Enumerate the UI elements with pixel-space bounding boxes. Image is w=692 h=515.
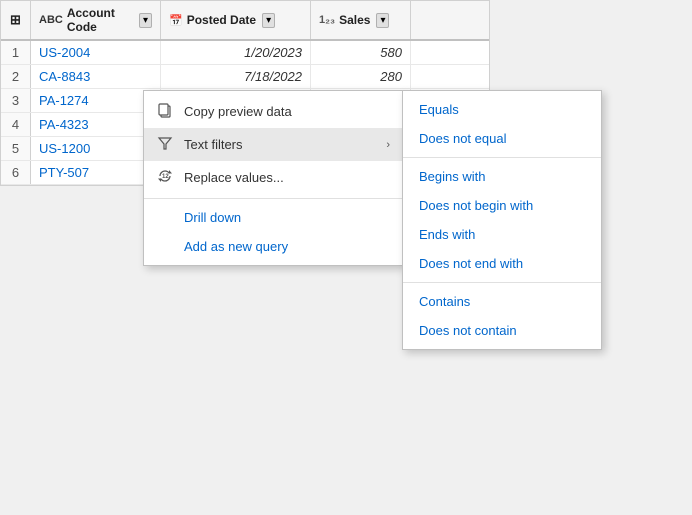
cell-row-6-account: PTY-507 (31, 161, 161, 184)
copy-icon (156, 102, 174, 121)
copy-label: Copy preview data (184, 104, 390, 119)
account-filter-button[interactable]: ▾ (139, 13, 152, 28)
not-contain-label: Does not contain (419, 323, 517, 338)
submenu-item-begins[interactable]: Begins with (403, 162, 601, 191)
cell-row-1-date: 1/20/2023 (161, 41, 311, 64)
table-row: 1 US-2004 1/20/2023 580 (1, 41, 489, 65)
context-menu: Copy preview data Text filters › 12 Repl… (143, 90, 403, 266)
equals-label: Equals (419, 102, 459, 117)
submenu-item-not-begin[interactable]: Does not begin with (403, 191, 601, 220)
abc-icon: ABC (39, 14, 63, 26)
new-query-label: Add as new query (184, 239, 390, 254)
cell-row-4-num: 4 (1, 113, 31, 136)
cell-row-3-account: PA-1274 (31, 89, 161, 112)
not-begin-label: Does not begin with (419, 198, 533, 213)
submenu-separator-1 (403, 157, 601, 158)
menu-item-new-query[interactable]: Add as new query (144, 232, 402, 261)
cell-row-4-account: PA-4323 (31, 113, 161, 136)
calendar-icon: 📅 (169, 14, 183, 27)
replace-icon: 12 (156, 168, 174, 187)
th-date-label: Posted Date (187, 13, 256, 27)
replace-label: Replace values... (184, 170, 390, 185)
menu-item-copy[interactable]: Copy preview data (144, 95, 402, 128)
cell-row-6-num: 6 (1, 161, 31, 184)
svg-text:12: 12 (162, 174, 169, 180)
submenu-item-ends[interactable]: Ends with (403, 220, 601, 249)
cell-row-2-sales: 280 (311, 65, 411, 88)
table-row: 2 CA-8843 7/18/2022 280 (1, 65, 489, 89)
text-filters-submenu: Equals Does not equal Begins with Does n… (402, 90, 602, 350)
ends-label: Ends with (419, 227, 475, 242)
sales-filter-button[interactable]: ▾ (376, 13, 389, 28)
date-filter-button[interactable]: ▾ (262, 13, 275, 28)
begins-label: Begins with (419, 169, 485, 184)
th-sales[interactable]: 1₂₃ Sales ▾ (311, 1, 411, 39)
th-sales-label: Sales (339, 13, 370, 27)
not-end-label: Does not end with (419, 256, 523, 271)
cell-row-2-account: CA-8843 (31, 65, 161, 88)
th-date[interactable]: 📅 Posted Date ▾ (161, 1, 311, 39)
menu-item-replace[interactable]: 12 Replace values... (144, 161, 402, 194)
cell-row-3-num: 3 (1, 89, 31, 112)
not-equal-label: Does not equal (419, 131, 506, 146)
menu-item-drill[interactable]: Drill down (144, 203, 402, 232)
text-filters-label: Text filters (184, 137, 376, 152)
drill-label: Drill down (184, 210, 390, 225)
th-rownumber: ⊞ (1, 1, 31, 39)
submenu-item-not-contain[interactable]: Does not contain (403, 316, 601, 345)
cell-row-2-date: 7/18/2022 (161, 65, 311, 88)
submenu-item-not-equal[interactable]: Does not equal (403, 124, 601, 153)
cell-row-1-num: 1 (1, 41, 31, 64)
contains-label: Contains (419, 294, 470, 309)
cell-row-1-account: US-2004 (31, 41, 161, 64)
table-header: ⊞ ABC Account Code ▾ 📅 Posted Date ▾ 1₂₃… (1, 1, 489, 41)
submenu-item-not-end[interactable]: Does not end with (403, 249, 601, 278)
submenu-item-contains[interactable]: Contains (403, 287, 601, 316)
menu-separator-1 (144, 198, 402, 199)
submenu-item-equals[interactable]: Equals (403, 95, 601, 124)
cell-row-5-num: 5 (1, 137, 31, 160)
submenu-arrow-icon: › (386, 139, 390, 151)
cell-row-2-num: 2 (1, 65, 31, 88)
th-account-label: Account Code (67, 6, 133, 34)
menu-item-text-filters[interactable]: Text filters › (144, 128, 402, 161)
th-account[interactable]: ABC Account Code ▾ (31, 1, 161, 39)
submenu-separator-2 (403, 282, 601, 283)
cell-row-1-sales: 580 (311, 41, 411, 64)
cell-row-5-account: US-1200 (31, 137, 161, 160)
number-icon: 1₂₃ (319, 14, 335, 26)
filter-icon (156, 135, 174, 154)
grid-icon: ⊞ (10, 12, 21, 28)
